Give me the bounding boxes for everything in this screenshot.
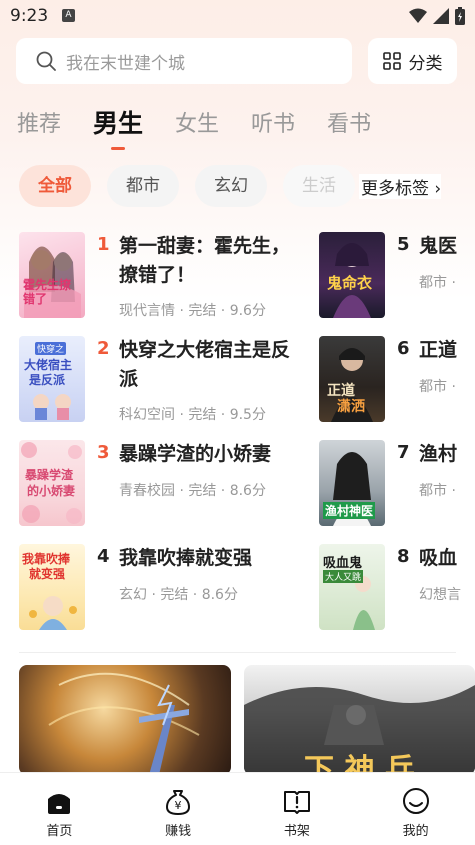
cover-title-line1: 吸血鬼 bbox=[323, 556, 363, 571]
notification-a-icon: A bbox=[62, 9, 75, 22]
book-cover: 吸血鬼 大人又跳 bbox=[319, 544, 385, 630]
wifi-icon bbox=[409, 8, 427, 23]
book-rank: 5 bbox=[397, 234, 410, 255]
book-cover: 鬼命衣 bbox=[319, 232, 385, 318]
book-rank: 1 bbox=[97, 234, 110, 255]
home-icon bbox=[48, 794, 71, 814]
book-title: 快穿之大佬宿主是反派 bbox=[119, 339, 291, 390]
book-item[interactable]: 霍先生撩错了 1 第一甜妻：霍先生， 撩错了！ 现代言情 · 完结 · 9.6分 bbox=[19, 232, 309, 322]
book-title: 吸血 bbox=[419, 547, 458, 569]
book-item[interactable]: 正道 潇洒 6 正道 都市 · bbox=[319, 336, 475, 426]
book-rank: 4 bbox=[97, 546, 110, 567]
nav-profile-label: 我的 bbox=[402, 824, 429, 839]
bottom-navigation: 首页 ¥ 赚钱 书架 我的 bbox=[0, 772, 475, 845]
book-title: 暴躁学渣的小娇妻 bbox=[119, 443, 272, 465]
nav-bookshelf-label: 书架 bbox=[283, 824, 310, 839]
grid-icon bbox=[382, 52, 401, 70]
book-meta: 青春校园 · 完结 · 8.6分 bbox=[119, 483, 266, 499]
book-cover: 霍先生撩错了 bbox=[19, 232, 85, 318]
category-button-label: 分类 bbox=[408, 53, 443, 74]
search-placeholder: 我在末世建个城 bbox=[66, 53, 185, 74]
banner-title: 下 神 兵 bbox=[304, 753, 415, 775]
more-tags-link[interactable]: 更多标签 › bbox=[359, 174, 442, 199]
nav-earn[interactable]: ¥ 赚钱 bbox=[119, 773, 238, 845]
tab-male[interactable]: 男生 bbox=[93, 104, 143, 148]
cover-title: 霍先生撩错了 bbox=[23, 278, 72, 306]
money-bag-icon: ¥ bbox=[166, 790, 191, 815]
book-title: 第一甜妻：霍先生， 撩错了！ bbox=[119, 235, 291, 286]
channel-tabs: 推荐 男生 女生 听书 看书 bbox=[17, 106, 403, 150]
section-divider bbox=[19, 652, 456, 653]
nav-earn-label: 赚钱 bbox=[165, 824, 192, 839]
book-item[interactable]: 快穿之 大佬宿主 是反派 2 快穿之大佬宿主是反派 科幻空间 · 完结 · 9.… bbox=[19, 336, 309, 426]
banner-card[interactable] bbox=[19, 665, 231, 775]
search-input[interactable]: 我在末世建个城 bbox=[16, 38, 352, 84]
tag-chips: 全部 都市 玄幻 生活 bbox=[19, 165, 359, 207]
status-time: 9:23 bbox=[10, 6, 49, 26]
book-meta: 都市 · bbox=[419, 379, 456, 395]
book-rank: 8 bbox=[397, 546, 410, 567]
cover-title-line1: 暴躁学渣 bbox=[25, 468, 74, 482]
book-cover: 暴躁学渣 的小娇妻 bbox=[19, 440, 85, 526]
book-title: 我靠吹捧就变强 bbox=[119, 547, 253, 569]
book-rank: 3 bbox=[97, 442, 110, 463]
chip-all[interactable]: 全部 bbox=[19, 165, 91, 207]
book-meta: 幻想言 bbox=[419, 587, 461, 603]
tab-recommend[interactable]: 推荐 bbox=[17, 106, 61, 150]
book-title: 正道 bbox=[419, 339, 458, 361]
nav-bookshelf[interactable]: 书架 bbox=[238, 773, 357, 845]
book-item[interactable]: 吸血鬼 大人又跳 8 吸血 幻想言 bbox=[319, 544, 475, 634]
book-cover: 正道 潇洒 bbox=[319, 336, 385, 422]
nav-profile[interactable]: 我的 bbox=[356, 773, 475, 845]
book-meta: 现代言情 · 完结 · 9.6分 bbox=[119, 303, 266, 319]
book-meta: 都市 · bbox=[419, 483, 456, 499]
book-cover: 快穿之 大佬宿主 是反派 bbox=[19, 336, 85, 422]
book-item[interactable]: 暴躁学渣 的小娇妻 3 暴躁学渣的小娇妻 青春校园 · 完结 · 8.6分 bbox=[19, 440, 309, 530]
bookshelf-icon bbox=[283, 791, 310, 814]
nav-home[interactable]: 首页 bbox=[0, 773, 119, 845]
chip-fantasy[interactable]: 玄幻 bbox=[195, 165, 267, 207]
cover-title-line1: 快穿之 bbox=[35, 342, 67, 355]
search-icon bbox=[36, 51, 56, 71]
tab-female[interactable]: 女生 bbox=[175, 106, 219, 150]
status-bar: 9:23 A bbox=[0, 0, 475, 32]
active-tab-indicator bbox=[111, 147, 125, 150]
category-button[interactable]: 分类 bbox=[368, 38, 457, 84]
profile-icon bbox=[402, 788, 429, 814]
cover-title-line2: 的小娇妻 bbox=[27, 484, 76, 498]
book-cover: 渔村神医 bbox=[319, 440, 385, 526]
svg-text:¥: ¥ bbox=[175, 799, 182, 812]
cover-title-line3: 是反派 bbox=[29, 373, 66, 387]
book-list-right-column: 鬼命衣 5 鬼医 都市 · 正道 潇洒 6 正道 都市 · 渔村神医 7 渔村 … bbox=[319, 232, 475, 642]
tab-reading[interactable]: 看书 bbox=[327, 106, 371, 150]
book-item[interactable]: 鬼命衣 5 鬼医 都市 · bbox=[319, 232, 475, 322]
book-item[interactable]: 渔村神医 7 渔村 都市 · bbox=[319, 440, 475, 530]
book-meta: 玄幻 · 完结 · 8.6分 bbox=[119, 587, 238, 603]
chip-life[interactable]: 生活 bbox=[283, 165, 355, 207]
book-meta: 科幻空间 · 完结 · 9.5分 bbox=[119, 407, 266, 423]
cover-title-line2: 潇洒 bbox=[337, 399, 365, 415]
book-rank: 6 bbox=[397, 338, 410, 359]
book-title: 渔村 bbox=[419, 443, 458, 465]
cover-title: 渔村神医 bbox=[323, 502, 376, 519]
book-title: 鬼医 bbox=[419, 235, 458, 257]
status-icons bbox=[409, 7, 465, 25]
nav-home-label: 首页 bbox=[46, 824, 73, 839]
book-rank: 7 bbox=[397, 442, 410, 463]
book-cover: 我靠吹捧 就变强 bbox=[19, 544, 85, 630]
book-item[interactable]: 我靠吹捧 就变强 4 我靠吹捧就变强 玄幻 · 完结 · 8.6分 bbox=[19, 544, 309, 634]
cover-title-line2: 大人又跳 bbox=[323, 570, 364, 583]
signal-icon bbox=[433, 8, 449, 24]
banner-art bbox=[48, 672, 200, 775]
book-meta: 都市 · bbox=[419, 275, 456, 291]
book-rank: 2 bbox=[97, 338, 110, 359]
tab-audiobook[interactable]: 听书 bbox=[251, 106, 295, 150]
cover-title-line2: 就变强 bbox=[29, 567, 66, 581]
cover-title: 鬼命衣 bbox=[327, 274, 373, 292]
chip-urban[interactable]: 都市 bbox=[107, 165, 179, 207]
banner-card[interactable]: 下 神 兵 bbox=[244, 665, 475, 775]
battery-icon bbox=[455, 7, 465, 25]
